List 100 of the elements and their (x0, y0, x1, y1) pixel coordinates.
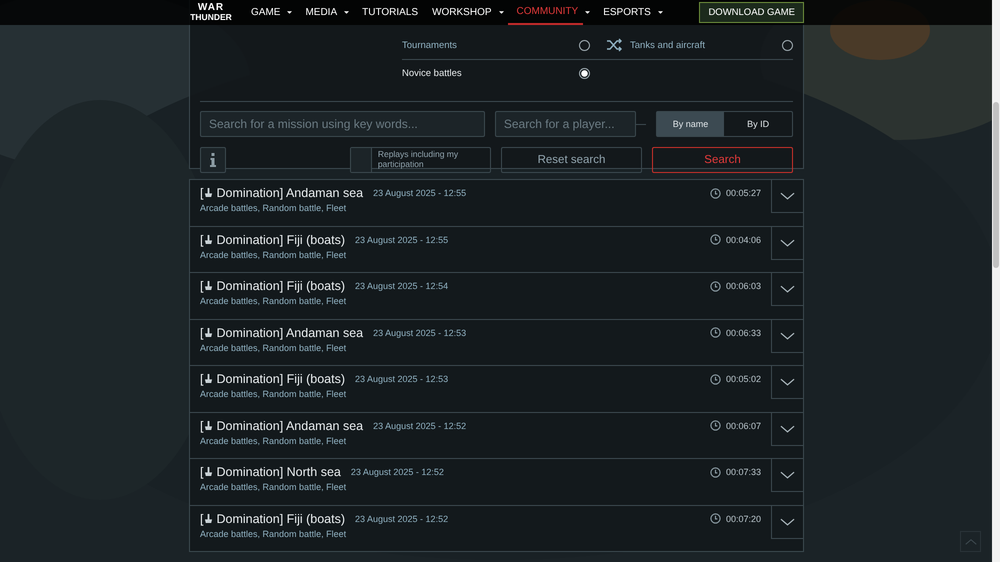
replay-title: [ Domination] Fiji (boats) (200, 279, 345, 293)
filter-option[interactable]: Novice battles (402, 60, 590, 86)
replay-date: 23 August 2025 - 12:53 (373, 328, 466, 338)
ship-icon (204, 420, 214, 430)
download-game-button[interactable]: DOWNLOAD GAME (699, 2, 804, 23)
clock-icon (710, 513, 721, 524)
ship-icon (204, 466, 214, 477)
replay-date: 23 August 2025 - 12:52 (373, 420, 466, 430)
replay-duration: 00:06:33 (726, 328, 761, 338)
replay-row[interactable]: [ Domination] Andaman sea 23 August 2025 - 12:52 00:06:07 Arcade battles, Random battle, Fleet (189, 412, 804, 459)
replay-title: [ Domination] Andaman sea (200, 418, 364, 432)
clock-icon (710, 466, 721, 478)
chevron-down-icon (780, 285, 795, 293)
chevron-down-icon (780, 518, 795, 526)
caret-icon[interactable] (344, 11, 350, 14)
replay-tags: Arcade battles, Random battle, Fleet (200, 389, 771, 399)
caret-icon[interactable] (498, 11, 504, 14)
search-mode-tab[interactable]: By name (656, 112, 724, 136)
checkbox[interactable] (351, 148, 372, 172)
ship-icon (204, 326, 214, 338)
chevron-down-icon (780, 471, 795, 479)
replay-tags: Arcade battles, Random battle, Fleet (200, 203, 771, 213)
radio-button[interactable] (579, 40, 590, 50)
clock-icon (710, 420, 721, 431)
ship-icon (204, 280, 214, 291)
chevron-down-icon (780, 378, 795, 386)
nav-menu-item[interactable]: MEDIA (296, 0, 342, 25)
radio-button[interactable] (579, 68, 590, 78)
ship-icon (204, 512, 214, 524)
scrollbar[interactable] (992, 0, 1000, 562)
info-button[interactable] (200, 147, 226, 173)
caret-icon[interactable] (658, 11, 663, 14)
caret-icon[interactable] (287, 11, 292, 14)
replay-tags: Arcade battles, Random battle, Fleet (200, 436, 771, 446)
replay-row[interactable]: [ Domination] North sea 23 August 2025 - 12:52 00:07:33 Arcade battles, Random battle, Fleet (189, 459, 804, 506)
replay-date: 23 August 2025 - 12:55 (373, 188, 466, 198)
expand-button[interactable] (771, 320, 803, 352)
clock-icon (710, 188, 721, 198)
ship-icon (204, 187, 214, 198)
nav-menu-item[interactable]: WORKSHOP (423, 0, 497, 25)
replay-title: [ Domination] Andaman sea (200, 186, 364, 200)
replay-duration: 00:05:27 (726, 188, 761, 198)
expand-button[interactable] (771, 366, 803, 399)
replay-date: 23 August 2025 - 12:54 (355, 281, 448, 291)
expand-button[interactable] (771, 459, 803, 492)
replay-date: 23 August 2025 - 12:52 (350, 467, 444, 477)
replay-duration: 00:07:20 (726, 514, 761, 524)
clock-icon (710, 327, 721, 338)
nav-menu-item[interactable]: TUTORIALS (353, 0, 424, 25)
expand-button[interactable] (771, 412, 803, 446)
nav-menu-item[interactable]: GAME (242, 0, 286, 25)
replay-title: [ Domination] North sea (200, 465, 341, 479)
scroll-to-top-button[interactable] (960, 531, 981, 552)
replay-tags: Arcade battles, Random battle, Fleet (200, 342, 771, 352)
replay-date: 23 August 2025 - 12:53 (355, 374, 448, 384)
replay-title: [ Domination] Fiji (boats) (200, 372, 345, 386)
expand-button[interactable] (771, 226, 803, 260)
chevron-down-icon (780, 238, 795, 246)
chevron-up-icon (964, 538, 976, 544)
replay-date: 23 August 2025 - 12:55 (355, 234, 448, 244)
shuffle-icon (606, 37, 622, 53)
replay-duration: 00:06:03 (726, 281, 761, 291)
replay-row[interactable]: [ Domination] Fiji (boats) 23 August 2025 - 12:53 00:05:02 Arcade battles, Random battle, Fleet (189, 366, 804, 412)
expand-button[interactable] (771, 273, 803, 306)
replay-title: [ Domination] Fiji (boats) (200, 232, 345, 246)
expand-button[interactable] (771, 180, 803, 213)
caret-icon[interactable] (585, 11, 590, 14)
reset-search-button[interactable]: Reset search (501, 147, 642, 173)
chevron-down-icon (780, 424, 795, 432)
radio-button[interactable] (782, 40, 793, 50)
replay-duration: 00:05:02 (726, 374, 761, 384)
info-icon (209, 152, 217, 168)
replay-tags: Arcade battles, Random battle, Fleet (200, 250, 771, 260)
replay-row[interactable]: [ Domination] Fiji (boats) 23 August 2025 - 12:54 00:06:03 Arcade battles, Random battle, Fleet (189, 273, 804, 320)
replay-row[interactable]: [ Domination] Fiji (boats) 23 August 2025 - 12:55 00:04:06 Arcade battles, Random battle, Fleet (189, 226, 804, 273)
clock-icon (710, 280, 721, 292)
replay-row[interactable]: [ Domination] Fiji (boats) 23 August 2025 - 12:52 00:07:20 Arcade battles, Random battle, Fleet (189, 506, 804, 552)
nav-menu-item[interactable]: ESPORTS (594, 0, 656, 25)
filter-option[interactable]: Tournaments (402, 32, 590, 58)
search-mode-tab[interactable]: By ID (724, 112, 792, 136)
mission-search-field[interactable]: Search for a mission using key words... (200, 111, 485, 137)
replay-tags: Arcade battles, Random battle, Fleet (200, 296, 771, 306)
replay-duration: 00:07:33 (726, 467, 761, 477)
expand-button[interactable] (771, 506, 803, 538)
replay-row[interactable]: [ Domination] Andaman sea 23 August 2025 - 12:53 00:06:33 Arcade battles, Random battle, Fleet (189, 320, 804, 366)
ship-icon (204, 234, 214, 244)
player-search-field[interactable]: Search for a player... (494, 111, 636, 137)
replay-tags: Arcade battles, Random battle, Fleet (200, 528, 771, 538)
replay-date: 23 August 2025 - 12:52 (355, 514, 448, 524)
replay-title: [ Domination] Andaman sea (200, 326, 364, 340)
search-button[interactable]: Search (652, 147, 793, 173)
replay-title: [ Domination] Fiji (boats) (200, 512, 345, 526)
clock-icon (710, 234, 721, 245)
replay-duration: 00:04:06 (726, 234, 761, 244)
filter-option[interactable]: Tanks and aircraft (606, 32, 793, 58)
checkbox-label: Replays including my participation (376, 148, 460, 172)
replay-row[interactable]: [ Domination] Andaman sea 23 August 2025 - 12:55 00:05:27 Arcade battles, Random battle, Fleet (189, 180, 804, 226)
replay-tags: Arcade battles, Random battle, Fleet (200, 482, 771, 492)
logo[interactable]: WAR THUNDER (190, 3, 232, 22)
chevron-down-icon (780, 192, 795, 200)
